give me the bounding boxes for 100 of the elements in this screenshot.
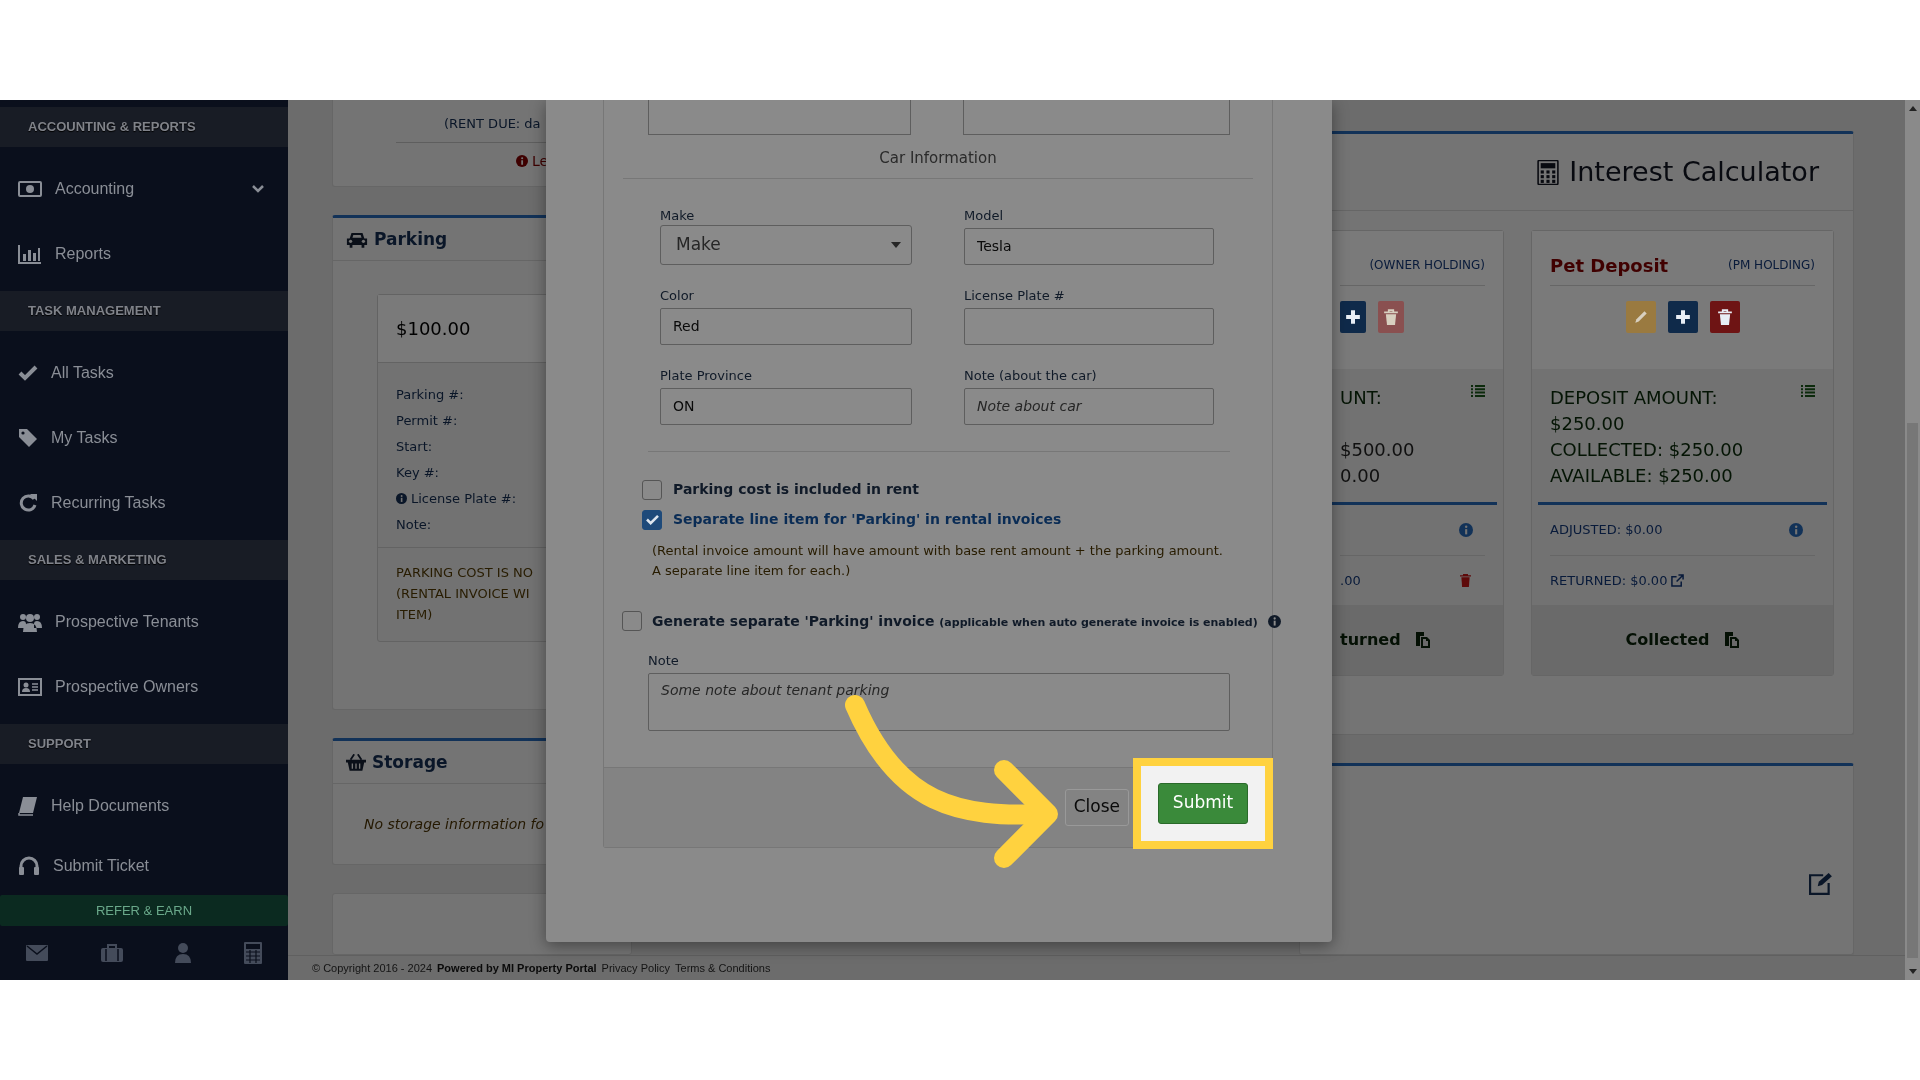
close-button[interactable]: Close [1064,788,1129,826]
sidebar-item[interactable]: Help Documents [0,773,288,838]
copy-icon [1723,631,1740,649]
external-link-icon[interactable] [1671,574,1685,587]
id-card-icon [18,677,42,696]
copyright-text: © Copyright 2016 - 2024 [312,960,432,976]
refresh-icon [18,492,38,513]
deposit-amount-text: DEPOSIT AMOUNT: $250.00 [1550,386,1719,436]
field-label: Start: [396,437,433,456]
pencil-icon [1632,309,1649,325]
sidebar-item[interactable]: Submit Ticket [0,838,288,893]
field-label: Note: [396,515,432,534]
sidebar-item[interactable]: Prospective Owners [0,654,288,719]
chevron-down-icon [252,184,264,193]
field-label: Color [660,286,695,305]
amount-line: COLLECTED: $250.00 [1550,438,1745,462]
checkbox[interactable] [642,479,662,500]
field-label: License Plate #: [411,489,517,508]
bar-chart-icon [18,243,42,264]
caret-icon [891,241,901,248]
powered-by-link[interactable]: Powered by MI Property Portal [437,959,597,977]
copy-icon [1414,631,1431,649]
sidebar-section-header: ACCOUNTING & REPORTS [0,107,288,147]
headset-icon [18,855,40,876]
banknote-icon [18,179,42,198]
amount-line: 0.00 [1340,464,1382,488]
trash-icon [1716,309,1733,325]
envelope-icon[interactable] [26,945,49,961]
field-label: Permit #: [396,411,458,430]
arrow-down-icon[interactable] [1908,969,1917,974]
sidebar-section-header: SALES & MARKETING [0,540,288,580]
checkbox[interactable] [622,611,642,631]
notice-text: PARKING COST IS NO [396,564,535,583]
interest-calculator-link[interactable]: Interest Calculator [1569,151,1819,193]
calculator-icon[interactable] [243,942,262,964]
amount-line: AVAILABLE: $250.00 [1550,464,1734,488]
basket-icon [346,754,366,771]
input-field[interactable]: Red [660,307,912,345]
checkbox-label: Parking cost is included in rent [673,480,919,499]
sidebar-item[interactable]: All Tasks [0,340,288,405]
input-field[interactable]: ON [660,387,912,425]
footer-link[interactable]: Terms & Conditions [675,959,771,977]
sidebar-item[interactable]: Recurring Tasks [0,470,288,535]
checkbox-label: Generate separate 'Parking' invoice (applicable when auto generate invoice is enabled) [652,611,1258,631]
delete-button[interactable] [1709,301,1740,333]
book-icon [18,795,38,816]
calculator-icon [1537,159,1560,185]
note-textarea[interactable]: Some note about tenant parking [648,672,1230,731]
field-label: Plate Province [660,366,753,385]
input-field[interactable]: Note about car [964,387,1214,425]
checkmark-icon [18,364,38,381]
empty-state-text: No storage information fo [363,815,546,835]
card-title: Storage [372,750,448,774]
trash-icon[interactable] [1460,574,1471,587]
checkbox[interactable] [642,509,662,530]
holding-label: (OWNER HOLDING) [1369,257,1485,274]
tag-icon [18,427,38,448]
footer-link[interactable]: Privacy Policy [601,959,671,977]
input-field[interactable] [648,100,911,135]
info-icon [1459,523,1473,537]
field-label: Note [648,651,680,670]
person-icon[interactable] [175,943,192,963]
list-icon [1801,385,1815,397]
make-dropdown[interactable]: Make [660,224,912,265]
refer-and-earn-button[interactable]: REFER & EARN [0,895,288,926]
add-button[interactable] [1667,301,1698,333]
notice-text: ITEM) [396,606,434,625]
returned-text: RETURNED: $0.00 [1550,571,1668,590]
info-icon [396,493,407,504]
plus-icon [1345,309,1361,325]
input-field[interactable] [963,100,1230,135]
amount-line: $500.00 [1340,438,1416,462]
people-icon [18,611,42,632]
trash-icon [1383,309,1399,325]
sidebar-item[interactable]: Reports [0,221,288,286]
field-label: Note (about the car) [964,366,1098,385]
submit-button[interactable]: Submit [1158,782,1248,824]
sidebar-item[interactable]: My Tasks [0,405,288,470]
add-button[interactable] [1340,301,1366,333]
scrollbar[interactable] [1905,100,1920,980]
info-icon [1267,614,1281,628]
sidebar-section-header: SUPPORT [0,724,288,764]
edit-icon[interactable] [1809,873,1833,895]
car-icon [346,231,368,248]
rent-due-text: (RENT DUE: da [443,115,542,133]
field-label: Parking #: [396,385,464,404]
info-icon [1789,523,1803,537]
input-field[interactable] [964,307,1214,345]
deposit-name: Pet Deposit [1550,253,1669,278]
card-title: Parking [374,227,448,251]
input-field[interactable]: Tesla [964,227,1214,265]
section-title: Car Information [623,135,1253,179]
check-icon [645,514,659,525]
plus-icon [1674,309,1691,325]
sidebar-item[interactable]: Accounting [0,156,288,221]
arrow-up-icon[interactable] [1908,106,1917,111]
notice-text: (RENTAL INVOICE WI [396,585,531,604]
status-text: Collected [1625,629,1710,651]
sidebar-item[interactable]: Prospective Tenants [0,589,288,654]
briefcase-icon[interactable] [100,944,123,962]
